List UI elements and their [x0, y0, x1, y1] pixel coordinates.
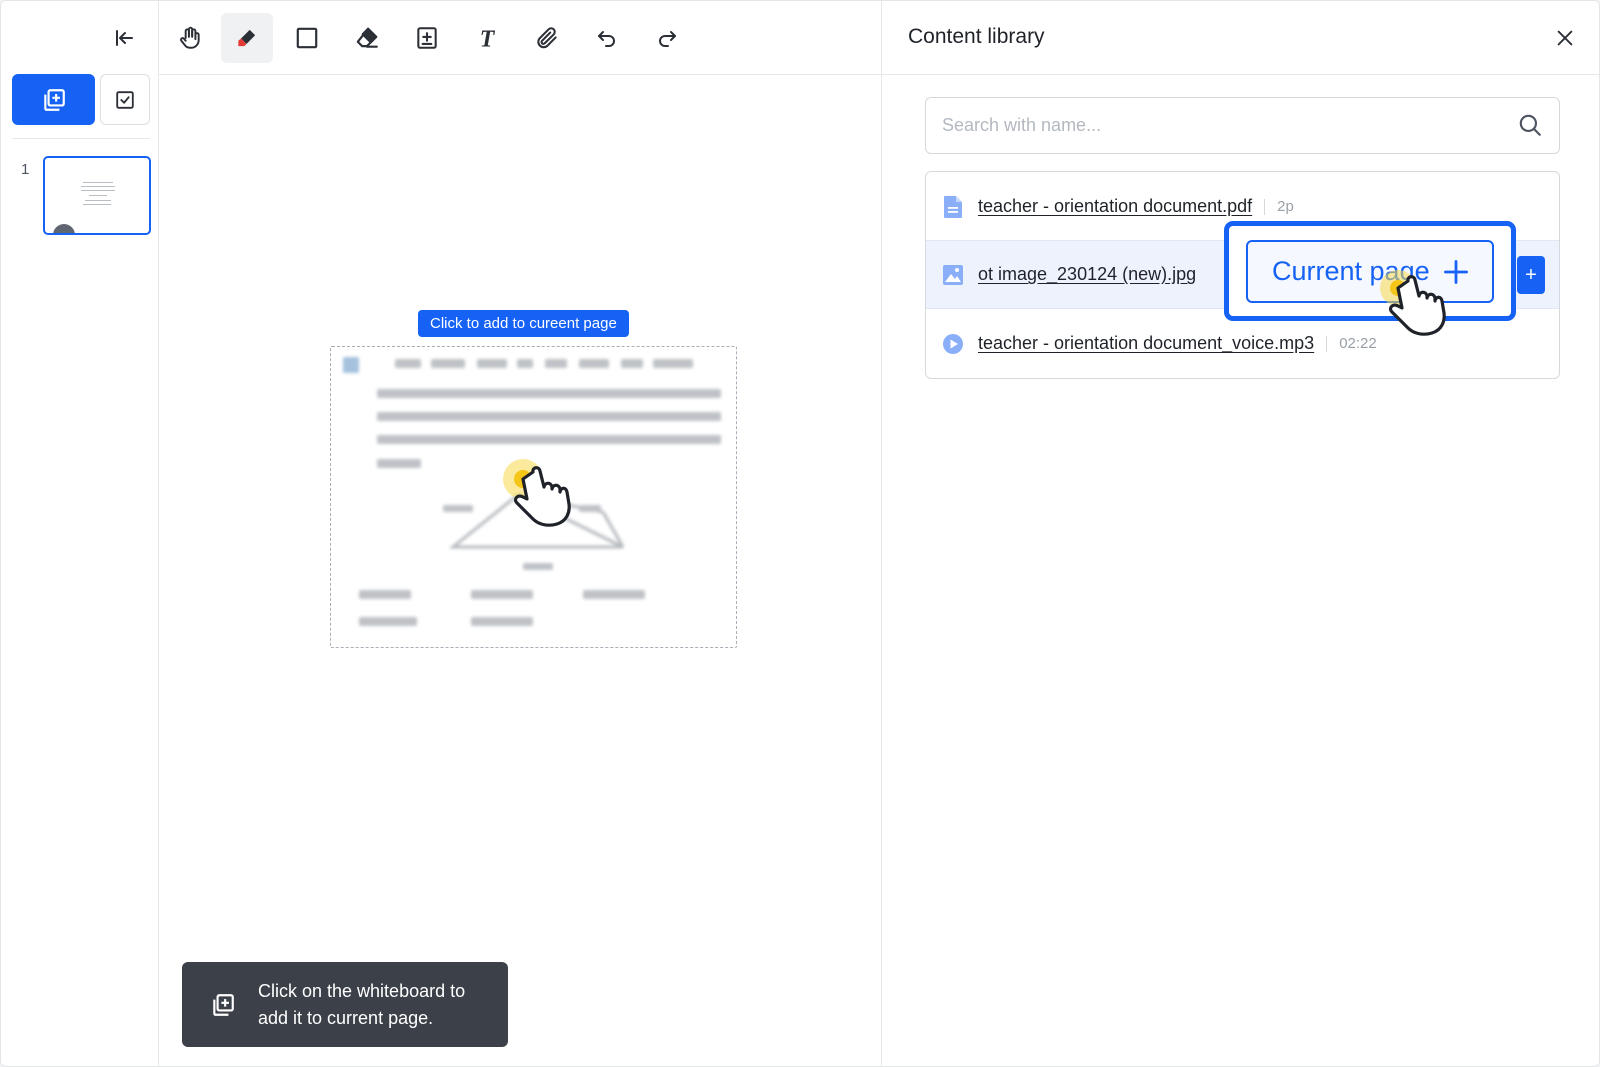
document-icon	[942, 195, 964, 219]
text-tool-button[interactable]: T	[461, 13, 513, 63]
eraser-tool-button[interactable]	[341, 13, 393, 63]
sidebar-divider	[12, 138, 150, 139]
thumbnail-badge	[53, 224, 75, 233]
add-content-icon	[417, 27, 437, 49]
close-icon	[1557, 30, 1573, 46]
thumbnail-line	[83, 182, 113, 183]
thumbnail-line	[81, 186, 115, 187]
pointer-hand-icon	[503, 459, 571, 527]
panel-title: Content library	[908, 25, 1045, 48]
eraser-icon	[356, 27, 378, 48]
collapse-sidebar-button[interactable]	[109, 23, 139, 53]
app-window: 1 T Click to add to cureent page Click o…	[0, 0, 1600, 1067]
hand-icon	[180, 26, 200, 49]
drawing-toolbar: T	[159, 1, 881, 75]
pen-tool-button[interactable]	[221, 13, 273, 63]
attach-tool-button[interactable]	[521, 13, 573, 63]
add-to-page-button[interactable]: +	[1517, 256, 1545, 294]
undo-icon	[598, 31, 615, 47]
whiteboard-canvas[interactable]: Click to add to cureent page Click on th…	[159, 75, 881, 1066]
search-icon[interactable]	[1517, 112, 1543, 138]
select-pages-button[interactable]	[100, 74, 150, 125]
page-thumbnail[interactable]	[43, 156, 151, 235]
search-input[interactable]	[942, 98, 1502, 152]
file-name-link[interactable]: ot image_230124 (new).jpg	[978, 264, 1196, 285]
add-page-icon	[43, 88, 65, 111]
add-page-icon	[208, 990, 238, 1020]
collapse-left-icon	[116, 30, 133, 46]
undo-button[interactable]	[581, 13, 633, 63]
page-number: 1	[21, 161, 30, 178]
rectangle-icon	[296, 27, 318, 49]
page-sidebar: 1	[1, 1, 159, 1066]
checkbox-icon	[116, 90, 134, 109]
toast-message: Click on the whiteboard to add it to cur…	[258, 978, 465, 1032]
redo-icon	[659, 31, 676, 47]
file-page-count: 2p	[1277, 198, 1294, 215]
meta-divider	[1264, 198, 1266, 215]
rectangle-tool-button[interactable]	[281, 13, 333, 63]
pointer-hand-icon	[1380, 270, 1446, 336]
svg-text:T: T	[480, 27, 496, 51]
text-icon: T	[480, 27, 496, 51]
file-name-link[interactable]: teacher - orientation document.pdf	[978, 196, 1252, 217]
pen-icon	[238, 29, 256, 47]
redo-button[interactable]	[641, 13, 693, 63]
search-box	[925, 97, 1560, 154]
add-content-tool-button[interactable]	[401, 13, 453, 63]
audio-play-icon	[942, 332, 964, 356]
file-name-link[interactable]: teacher - orientation document_voice.mp3	[978, 333, 1314, 354]
close-panel-button[interactable]	[1550, 23, 1580, 53]
meta-divider	[1326, 335, 1328, 352]
thumbnail-line	[85, 200, 111, 201]
thumbnail-line	[89, 195, 107, 196]
content-library-panel: Content library Search with name... teac…	[881, 1, 1599, 1066]
thumbnail-line	[81, 190, 115, 191]
panel-header: Content library	[882, 1, 1599, 75]
add-to-page-tooltip: Click to add to cureent page	[418, 310, 629, 337]
paperclip-icon	[537, 27, 557, 49]
instruction-toast: Click on the whiteboard to add it to cur…	[182, 962, 508, 1047]
image-icon	[942, 263, 964, 287]
add-page-button[interactable]	[12, 74, 95, 125]
hand-tool-button[interactable]	[164, 13, 216, 63]
toast-line: Click on the whiteboard to	[258, 980, 466, 1001]
file-duration: 02:22	[1339, 335, 1377, 352]
thumbnail-line	[83, 204, 111, 205]
toast-line: add it to current page.	[258, 1007, 434, 1028]
